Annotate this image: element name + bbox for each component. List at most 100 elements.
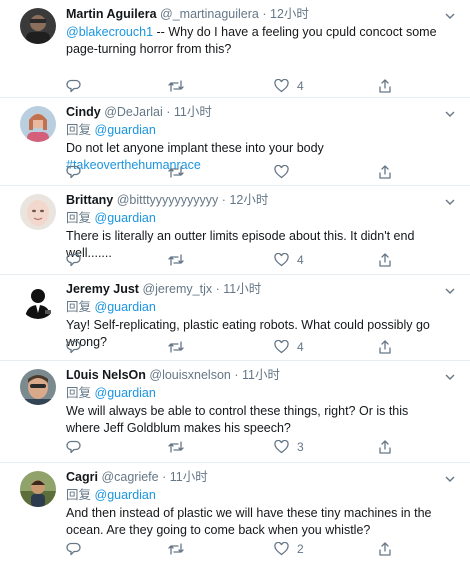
display-name[interactable]: Cagri <box>66 470 98 484</box>
share-button[interactable] <box>378 252 392 268</box>
display-name[interactable]: Cindy <box>66 105 101 119</box>
retweet-button[interactable] <box>168 78 192 94</box>
separator: · <box>215 282 220 296</box>
heart-icon <box>274 340 289 354</box>
share-icon <box>379 542 391 556</box>
retweet-button[interactable] <box>168 439 184 455</box>
share-button[interactable] <box>378 541 392 557</box>
reply-button[interactable] <box>66 252 81 268</box>
chevron-down-icon[interactable] <box>444 283 456 294</box>
like-button[interactable]: 4 <box>274 252 304 268</box>
replying-to: 回复 @guardian <box>66 386 156 400</box>
reply-mention-link[interactable]: @guardian <box>95 386 156 400</box>
tweet[interactable]: Brittany @bitttyyyyyyyyyyy · 12小时 回复 @gu… <box>0 186 470 275</box>
tweet-header: Brittany @bitttyyyyyyyyyyy · 12小时 <box>66 192 442 209</box>
timestamp[interactable]: 12小时 <box>270 7 309 21</box>
like-button[interactable] <box>274 164 297 180</box>
avatar[interactable] <box>20 471 56 507</box>
reply-icon <box>66 79 81 93</box>
retweet-icon <box>168 341 184 353</box>
action-bar: 4 <box>66 252 442 268</box>
user-handle[interactable]: @cagriefe <box>101 470 158 484</box>
retweet-button[interactable] <box>168 164 184 180</box>
tweet[interactable]: Jeremy Just @jeremy_tjx · 11小时 回复 @guard… <box>0 275 470 361</box>
timestamp[interactable]: 11小时 <box>174 105 212 119</box>
avatar[interactable] <box>20 194 56 230</box>
heart-icon <box>274 440 289 454</box>
reply-mention-link[interactable]: @guardian <box>95 123 156 137</box>
action-bar: 4 <box>66 78 442 94</box>
retweet-button[interactable] <box>168 339 184 355</box>
share-button[interactable] <box>378 439 392 455</box>
share-icon <box>379 165 391 179</box>
tweet[interactable]: Martin Aguilera @_martinaguilera · 12小时 … <box>0 0 470 98</box>
chevron-down-icon[interactable] <box>444 369 456 380</box>
timestamp[interactable]: 11小时 <box>170 470 208 484</box>
replying-to: 回复 @guardian <box>66 488 156 502</box>
timestamp[interactable]: 12小时 <box>229 193 268 207</box>
user-handle[interactable]: @bitttyyyyyyyyyyy <box>117 193 219 207</box>
reply-icon <box>66 340 81 354</box>
reply-icon <box>66 253 81 267</box>
heart-icon <box>274 165 289 179</box>
avatar[interactable] <box>20 369 56 405</box>
separator: · <box>162 470 167 484</box>
timestamp[interactable]: 11小时 <box>223 282 261 296</box>
reply-button[interactable] <box>66 339 81 355</box>
replying-to: 回复 @guardian <box>66 211 156 225</box>
display-name[interactable]: Brittany <box>66 193 113 207</box>
display-name[interactable]: Martin Aguilera <box>66 7 157 21</box>
tweet[interactable]: Cindy @DeJarlai · 11小时 回复 @guardian Do n… <box>0 98 470 186</box>
tweet[interactable]: Cagri @cagriefe · 11小时 回复 @guardian And … <box>0 463 470 569</box>
retweet-button[interactable] <box>168 541 184 557</box>
share-button[interactable] <box>378 164 392 180</box>
reply-button[interactable] <box>66 164 81 180</box>
like-button[interactable]: 4 <box>274 339 304 355</box>
display-name[interactable]: L0uis NelsOn <box>66 368 146 382</box>
chevron-down-icon[interactable] <box>444 194 456 205</box>
avatar[interactable] <box>20 106 56 142</box>
like-count: 4 <box>297 340 304 354</box>
like-count: 3 <box>297 440 304 454</box>
share-icon <box>379 79 391 93</box>
user-handle[interactable]: @DeJarlai <box>104 105 163 119</box>
like-button[interactable]: 2 <box>274 541 304 557</box>
separator: · <box>262 7 267 21</box>
tweet-header: L0uis NelsOn @louisxnelson · 11小时 <box>66 367 442 384</box>
like-count: 2 <box>297 542 304 556</box>
user-handle[interactable]: @_martinaguilera <box>160 7 259 21</box>
action-bar <box>66 164 442 180</box>
like-button[interactable]: 3 <box>274 439 304 455</box>
reply-button[interactable] <box>66 541 81 557</box>
avatar[interactable] <box>20 283 56 319</box>
user-handle[interactable]: @jeremy_tjx <box>142 282 212 296</box>
tweet-header: Jeremy Just @jeremy_tjx · 11小时 <box>66 281 442 298</box>
heart-icon <box>274 79 289 93</box>
chevron-down-icon[interactable] <box>444 8 456 19</box>
share-button[interactable] <box>378 339 392 355</box>
chevron-down-icon[interactable] <box>444 471 456 482</box>
retweet-icon <box>168 543 184 555</box>
replying-to: 回复 @guardian <box>66 300 156 314</box>
display-name[interactable]: Jeremy Just <box>66 282 139 296</box>
reply-button[interactable] <box>66 78 89 94</box>
tweet[interactable]: L0uis NelsOn @louisxnelson · 11小时 回复 @gu… <box>0 361 470 463</box>
user-handle[interactable]: @louisxnelson <box>149 368 230 382</box>
reply-mention-link[interactable]: @guardian <box>95 211 156 225</box>
retweet-icon <box>168 166 184 178</box>
tweet-header: Martin Aguilera @_martinaguilera · 12小时 <box>66 6 442 23</box>
reply-button[interactable] <box>66 439 81 455</box>
share-button[interactable] <box>378 78 392 94</box>
timestamp[interactable]: 11小时 <box>242 368 280 382</box>
retweet-button[interactable] <box>168 252 184 268</box>
chevron-down-icon[interactable] <box>444 106 456 117</box>
separator: · <box>221 193 226 207</box>
avatar[interactable] <box>20 8 56 44</box>
reply-mention-link[interactable]: @guardian <box>95 488 156 502</box>
tweet-text: We will always be able to control these … <box>66 403 442 437</box>
mention-link[interactable]: @blakecrouch1 <box>66 25 153 39</box>
heart-icon <box>274 253 289 267</box>
reply-mention-link[interactable]: @guardian <box>95 300 156 314</box>
action-bar: 3 <box>66 439 442 455</box>
like-button[interactable]: 4 <box>274 78 304 94</box>
